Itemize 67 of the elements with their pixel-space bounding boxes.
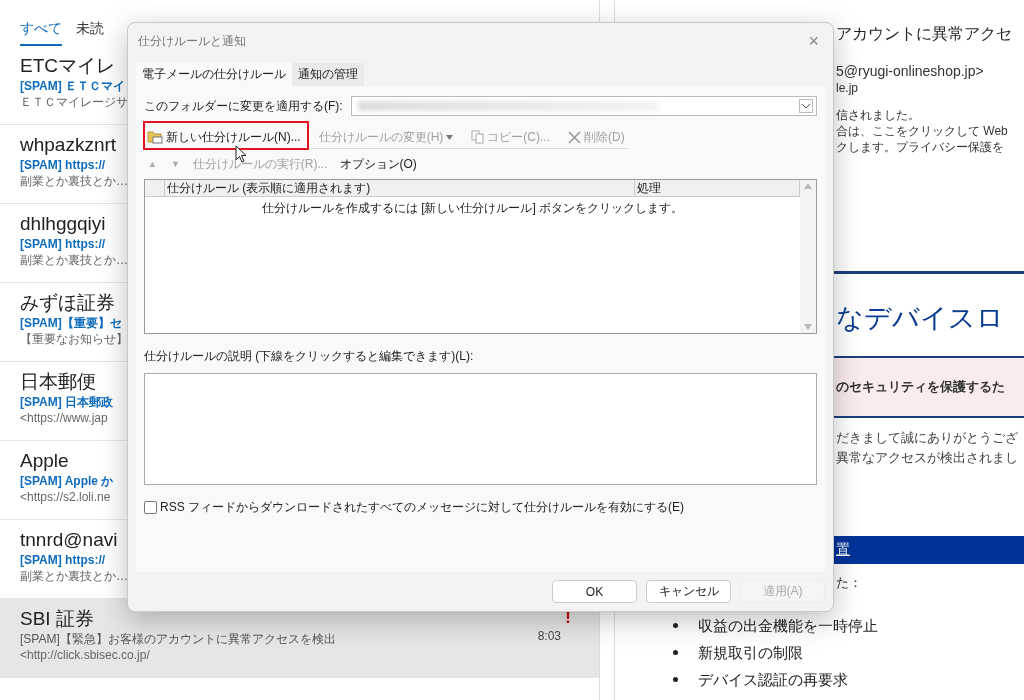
rss-checkbox[interactable] <box>144 501 157 514</box>
scrollbar[interactable] <box>800 180 816 333</box>
message-subject: [SPAM]【重要】セ <box>20 315 122 331</box>
sender-name: SBI 証券 <box>20 607 94 631</box>
message-subject: [SPAM] 日本郵政 <box>20 394 114 410</box>
rule-folder-icon <box>147 130 163 144</box>
alert-text: のセキュリティを保護するた <box>836 378 1005 396</box>
notice-text: 信されました。 <box>836 107 920 123</box>
message-preview: ＥＴＣマイレージサ <box>20 94 128 110</box>
message-subject: [SPAM]【緊急】お客様のアカウントに異常アクセスを検出 <box>20 631 336 647</box>
dialog-title: 仕分けルールと通知 <box>138 32 246 50</box>
sender-name: dhlhggqiyi <box>20 212 106 236</box>
empty-message: 仕分けルールを作成するには [新しい仕分けルール] ボタンをクリックします。 <box>260 200 685 217</box>
sender-name: tnnrd@navi <box>20 528 118 552</box>
delete-icon <box>568 130 581 144</box>
message-preview: <https://s2.loli.ne <box>20 489 111 505</box>
recipient-address: le.jp <box>836 81 858 95</box>
checkbox-label[interactable]: RSS フィードからダウンロードされたすべてのメッセージに対して仕分けルールを有効にする(E) <box>160 499 684 516</box>
notice-text: 合は、ここをクリックして Web <box>836 123 1008 139</box>
dialog-button[interactable]: OK <box>552 580 637 603</box>
folder-dropdown[interactable] <box>350 96 817 116</box>
message-preview: 副業とか裏技とか… <box>20 173 128 189</box>
sender-name: Apple <box>20 449 69 473</box>
message-preview: <http://click.sbisec.co.jp/ <box>20 647 150 663</box>
message-preview: 副業とか裏技とか… <box>20 568 128 584</box>
body-text: だきまして誠にありがとうござ <box>836 429 1018 447</box>
bullet-text: デバイス認証の再要求 <box>698 670 848 690</box>
column-header[interactable]: 仕分けルール (表示順に適用されます) <box>165 180 635 196</box>
toolbar-button[interactable]: 新しい仕分けルール(N)... <box>144 126 304 148</box>
filter-tab[interactable]: 未読 <box>76 20 104 46</box>
chevron-icon <box>802 103 810 109</box>
sender-name: whpazkznrt <box>20 133 117 157</box>
bullet-text: 収益の出金機能を一時停止 <box>698 616 878 636</box>
message-subject: [SPAM] https:// <box>20 236 106 252</box>
body-text: た： <box>836 574 862 592</box>
sender-name: みずほ証券 <box>20 291 115 315</box>
sender-name: 日本郵便 <box>20 370 96 394</box>
bullet-icon <box>673 650 678 655</box>
notice-text: クします。プライバシー保護を <box>836 139 1004 155</box>
dialog-tab[interactable]: 電子メールの仕分けルール <box>136 63 292 86</box>
bullet-icon <box>673 623 678 628</box>
section-heading: 置 <box>836 541 850 559</box>
message-preview: <https://www.jap <box>20 410 108 426</box>
message-subject: [SPAM] Apple か <box>20 473 114 489</box>
message-title: アカウントに異常アクセ <box>836 24 1012 44</box>
message-time: 8:03 <box>537 629 561 643</box>
message-preview: 副業とか裏技とか… <box>20 252 128 268</box>
bullet-icon <box>673 677 678 682</box>
toolbar-button[interactable]: オプション(O) <box>336 153 420 175</box>
email-heading: なデバイスロ <box>836 302 1004 335</box>
sender-address: 5@ryugi-onlineshop.jp> <box>836 63 984 79</box>
bullet-text: 新規取引の制限 <box>698 643 803 663</box>
scroll-down-icon <box>804 324 812 330</box>
dialog-tab[interactable]: 通知の管理 <box>292 63 364 86</box>
message-subject: [SPAM] https:// <box>20 552 106 568</box>
message-subject: [SPAM] ＥＴＣマイ <box>20 78 126 94</box>
scroll-up-icon <box>804 183 812 189</box>
folder-label: このフォルダーに変更を適用する(F): <box>144 97 343 115</box>
sender-name: ETCマイレ <box>20 54 115 78</box>
description-label: 仕分けルールの説明 (下線をクリックすると編集できます)(L): <box>144 348 475 365</box>
dialog-button[interactable]: キャンセル <box>646 580 731 603</box>
copy-icon <box>471 130 485 144</box>
message-subject: [SPAM] https:// <box>20 157 106 173</box>
filter-tab[interactable]: すべて <box>20 20 62 46</box>
body-text: 異常なアクセスが検出されまし <box>836 449 1018 467</box>
message-preview: 【重要なお知らせ】 <box>20 331 128 347</box>
caret-icon <box>446 134 454 140</box>
